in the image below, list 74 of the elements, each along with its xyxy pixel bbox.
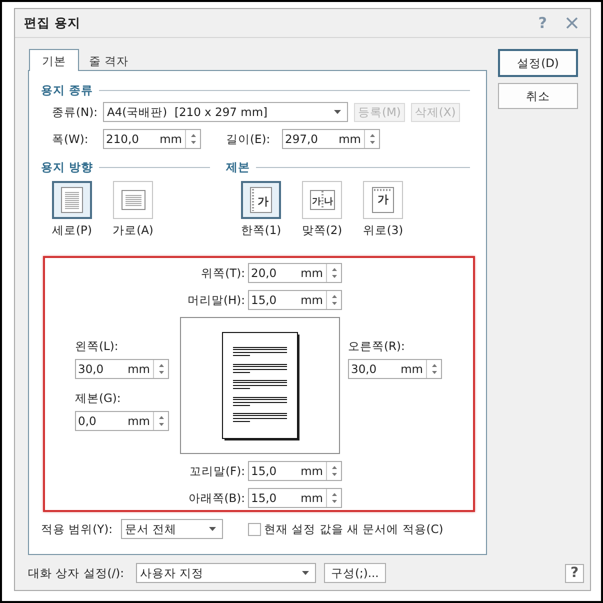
landscape-page-icon	[120, 190, 146, 210]
section-heading: 용지 종류	[41, 83, 94, 97]
margin-label: 아래쪽(B):	[188, 491, 245, 505]
orientation-option[interactable]	[52, 181, 92, 219]
facing-pages-icon: 가 나	[310, 190, 334, 210]
caret-icon	[334, 110, 341, 114]
margin-label: 위쪽(T):	[201, 266, 245, 280]
margin-field[interactable]: 0,0 mm	[75, 411, 169, 431]
help-button[interactable]: ?	[565, 564, 584, 582]
dialog-settings-dropdown[interactable]: 사용자 지정	[136, 563, 316, 583]
margin-field[interactable]: 15,0 mm	[248, 290, 342, 310]
length-label: 길이(E):	[226, 132, 272, 146]
close-button[interactable]	[566, 17, 578, 29]
up-arrow-icon	[332, 268, 336, 271]
up-arrow-icon	[332, 466, 336, 469]
margin-label: 오른쪽(R):	[348, 339, 405, 353]
option-label: 위로(3)	[362, 223, 404, 237]
configure-button[interactable]: 구성(;)...	[324, 563, 386, 583]
dialog-settings-label: 대화 상자 설정(/):	[28, 566, 126, 580]
option-label: 한쪽(1)	[240, 223, 282, 237]
up-arrow-icon	[158, 364, 164, 367]
margin-field[interactable]: 20,0 mm	[248, 263, 342, 283]
down-arrow-icon	[332, 500, 336, 503]
checkbox[interactable]	[248, 522, 261, 536]
binding-option[interactable]: 가	[241, 181, 281, 219]
width-field[interactable]: 210,0 mm	[103, 129, 201, 149]
cancel-button[interactable]: 취소	[498, 83, 578, 109]
section-heading: 용지 방향	[41, 160, 94, 174]
down-arrow-icon	[158, 371, 164, 374]
up-arrow-icon	[190, 134, 196, 137]
paper-type-dropdown[interactable]: A4(국배판) [210 x 297 mm]	[103, 102, 348, 122]
down-arrow-icon	[332, 275, 336, 278]
orientation-option[interactable]	[113, 181, 153, 219]
paper-type-label: 종류(N):	[52, 105, 98, 119]
up-arrow-icon	[370, 134, 374, 137]
section-heading: 제본	[226, 160, 250, 174]
caret-icon	[302, 571, 309, 575]
up-arrow-icon	[432, 364, 436, 367]
margin-label: 꼬리말(F):	[190, 464, 245, 478]
width-label: 폭(W):	[52, 132, 90, 146]
binding-option[interactable]: 가 나	[302, 181, 342, 219]
option-label: 세로(P)	[52, 223, 92, 237]
margin-label: 제본(G):	[75, 391, 121, 405]
down-arrow-icon	[332, 302, 336, 305]
checkbox-label: 현재 설정 값을 새 문서에 적용(C)	[264, 522, 444, 536]
window-title: 편집 용지	[24, 16, 82, 30]
down-arrow-icon	[158, 423, 164, 426]
margin-field[interactable]: 15,0 mm	[248, 488, 342, 508]
caret-icon	[209, 527, 216, 531]
option-label: 가로(A)	[112, 223, 154, 237]
down-arrow-icon	[190, 141, 196, 144]
margin-field[interactable]: 15,0 mm	[248, 461, 342, 481]
down-arrow-icon	[332, 473, 336, 476]
down-arrow-icon	[370, 141, 374, 144]
side-bound-page-icon: 가	[250, 187, 272, 213]
portrait-page-icon	[61, 187, 83, 213]
margin-field[interactable]: 30,0 mm	[348, 359, 442, 379]
up-arrow-icon	[332, 493, 336, 496]
tab[interactable]: 줄 격자	[79, 49, 139, 71]
binding-option[interactable]: 가	[363, 181, 403, 219]
tab[interactable]: 기본	[29, 49, 79, 71]
margin-label: 머리말(H):	[188, 293, 245, 307]
top-bound-page-icon: 가	[372, 187, 394, 213]
close-icon	[566, 17, 578, 29]
up-arrow-icon	[332, 295, 336, 298]
set-button[interactable]: 설정(D)	[498, 49, 578, 77]
apply-scope-dropdown[interactable]: 문서 전체	[121, 519, 223, 539]
apply-scope-label: 적용 범위(Y):	[41, 522, 114, 536]
up-arrow-icon	[158, 416, 164, 419]
option-label: 맞쪽(2)	[302, 223, 342, 237]
margin-field[interactable]: 30,0 mm	[75, 359, 169, 379]
down-arrow-icon	[432, 371, 436, 374]
length-field[interactable]: 297,0 mm	[282, 129, 380, 149]
margin-label: 왼쪽(L):	[75, 339, 118, 353]
